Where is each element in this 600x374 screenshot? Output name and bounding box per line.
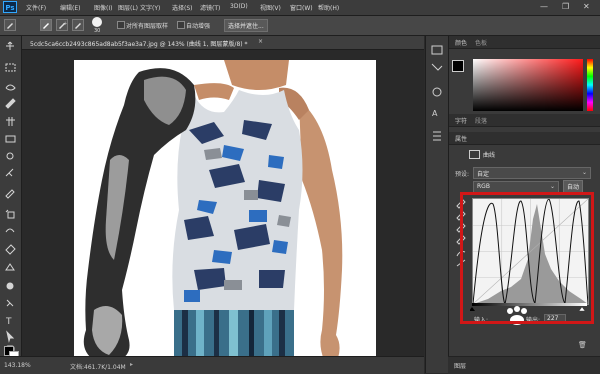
tab-swatches[interactable]: 色板 (475, 38, 487, 47)
sample-all-layers-label: 对所有图层取样 (126, 23, 169, 30)
path-selection-tool-icon (6, 330, 15, 343)
menu-bar: Ps 文件(F) 编辑(E) 图像(I) 图层(L) 文字(Y) 选择(S) 滤… (0, 0, 600, 16)
crop-tool-icon (6, 117, 15, 126)
hue-slider[interactable] (587, 59, 593, 111)
maximize-button[interactable]: ❐ (562, 2, 569, 11)
status-arrow-icon[interactable]: ▸ (130, 361, 133, 368)
options-bar (0, 16, 600, 36)
brush-size-icon[interactable] (92, 17, 102, 27)
preset-label: 预设: (455, 171, 470, 178)
type-tool-icon: T (5, 317, 12, 327)
adjustments-panel-icon (432, 87, 442, 97)
history-panel-icon (431, 45, 443, 55)
document-tab-title[interactable]: 5cdc5ca6ccb2493c865ad8ab5f3ae3a7.jpg @ 1… (30, 39, 248, 48)
brush-tool-icon (5, 189, 15, 199)
select-and-mask-button[interactable]: 选择并遮住... (224, 19, 268, 32)
marquee-tool-icon (5, 63, 16, 72)
properties-footer: 🗑 (448, 340, 600, 352)
panel-icon-strip: A (425, 36, 448, 373)
svg-text:-: - (79, 21, 81, 27)
svg-text:+: + (63, 21, 67, 27)
tab-character[interactable]: 字符 (455, 116, 467, 125)
pen-tool-icon (6, 299, 14, 307)
new-selection-icon[interactable] (40, 19, 52, 31)
properties-panel-tab: 属性 (449, 132, 600, 145)
clone-stamp-tool-icon (5, 209, 15, 219)
menu-window[interactable]: 窗口(W) (290, 3, 313, 12)
document-size-info: 文档:461.7K/1.04M (70, 364, 126, 371)
document-tab-bar: 5cdc5ca6ccb2493c865ad8ab5f3ae3a7.jpg @ 1… (22, 36, 424, 50)
toolbox: T (0, 36, 22, 356)
photo-man-in-camo-tank-top (83, 60, 343, 360)
document-image[interactable] (74, 60, 376, 360)
tab-paragraph[interactable]: 段落 (475, 116, 487, 125)
menu-edit[interactable]: 编辑(E) (60, 3, 80, 12)
character-panel-icon: A (432, 109, 438, 118)
menu-help[interactable]: 帮助(H) (318, 3, 339, 12)
properties-title: 曲线 (483, 152, 496, 159)
add-to-selection-icon[interactable]: + (56, 19, 68, 31)
menu-select[interactable]: 选择(S) (172, 3, 193, 12)
tool-icons[interactable]: T (0, 36, 21, 356)
color-panel-tabs: 颜色 色板 (449, 36, 600, 49)
brush-size-value: 30 (94, 28, 101, 34)
preset-value: 自定 (477, 171, 490, 178)
move-tool-icon (6, 41, 14, 50)
quick-selection-tool-icon (5, 98, 16, 109)
frame-tool-icon (5, 135, 16, 143)
tab-layers[interactable]: 图层 (454, 361, 466, 370)
trash-icon[interactable]: 🗑 (578, 341, 587, 349)
status-bar: 143.18% 文档:461.7K/1.04M ▸ (0, 356, 424, 374)
eyedropper-tool-icon (6, 152, 14, 160)
gradient-tool-icon (5, 263, 15, 271)
menu-layer[interactable]: 图层(L) (118, 3, 138, 12)
close-window-button[interactable]: ✕ (583, 2, 590, 11)
menu-3d[interactable]: 3D(D) (230, 3, 248, 10)
color-picker-field[interactable] (473, 59, 583, 111)
chevron-down-icon: ⌄ (581, 169, 587, 176)
history-brush-tool-icon (5, 228, 15, 233)
menu-file[interactable]: 文件(F) (26, 3, 46, 12)
character-panel-tabs: 字符 段落 (449, 114, 600, 127)
eraser-tool-icon (5, 244, 16, 255)
zoom-level[interactable]: 143.18% (4, 362, 31, 369)
healing-brush-tool-icon (5, 168, 14, 177)
channel-value: RGB (477, 183, 490, 190)
tab-color[interactable]: 颜色 (455, 38, 467, 47)
highlight-annotation (460, 192, 594, 324)
dodge-tool-icon (6, 282, 14, 290)
curves-adjustment-icon (469, 150, 480, 159)
subtract-from-selection-icon[interactable]: - (72, 19, 84, 31)
photoshop-logo: Ps (3, 1, 17, 13)
minimize-button[interactable]: — (540, 2, 548, 11)
menu-view[interactable]: 视图(V) (260, 3, 281, 12)
layers-panel-tab-bar: 图层 (448, 356, 600, 374)
chevron-down-icon: ⌄ (549, 183, 555, 190)
tab-properties[interactable]: 属性 (455, 134, 467, 143)
menu-type[interactable]: 文字(Y) (140, 3, 160, 12)
document-tab-close[interactable]: × (258, 38, 263, 45)
auto-enhance-checkbox[interactable] (177, 21, 185, 29)
quick-selection-tool-preset-icon[interactable] (4, 19, 16, 31)
sample-all-layers-checkbox[interactable] (117, 21, 125, 29)
preset-select[interactable]: 自定 ⌄ (473, 167, 591, 179)
auto-enhance-label: 自动增强 (186, 23, 211, 30)
lasso-tool-icon (5, 84, 16, 91)
color-fg-swatch[interactable] (452, 60, 464, 72)
menu-filter[interactable]: 滤镜(T) (200, 3, 220, 12)
menu-image[interactable]: 图像(I) (94, 3, 112, 12)
paragraph-panel-icon (433, 131, 441, 141)
brush-panel-icon (431, 63, 443, 71)
